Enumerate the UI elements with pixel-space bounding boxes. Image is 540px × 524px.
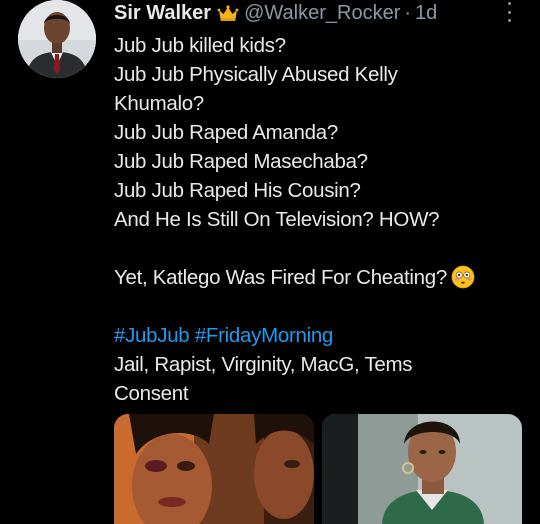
media-image-right[interactable] bbox=[322, 414, 522, 524]
tweet-line: Yet, Katlego Was Fired For Cheating? bbox=[114, 263, 524, 292]
tweet-line: Jub Jub Raped Amanda? bbox=[114, 121, 338, 144]
tweet-line: Jub Jub Raped Masechaba? bbox=[114, 150, 368, 173]
separator-dot: · bbox=[404, 2, 412, 24]
tweet-line: And He Is Still On Television? HOW? bbox=[114, 208, 440, 231]
avatar-image bbox=[18, 0, 96, 78]
hashtag-line: #JubJub #FridayMorning bbox=[114, 321, 524, 350]
tweet-header: Sir Walker @Walker_Rocker · 1d bbox=[114, 0, 437, 26]
tweet-line: Jub Jub killed kids? bbox=[114, 34, 286, 57]
more-dots-icon[interactable] bbox=[502, 2, 516, 22]
tweet-line: Khumalo? bbox=[114, 92, 204, 115]
hashtag-link[interactable]: #FridayMorning bbox=[195, 324, 334, 347]
author-name[interactable]: Sir Walker bbox=[114, 0, 211, 26]
tweet-line: Jub Jub Physically Abused Kelly bbox=[114, 63, 398, 86]
author-avatar[interactable] bbox=[18, 0, 96, 78]
tweet-line-text: Yet, Katlego Was Fired For Cheating? bbox=[114, 266, 447, 289]
tweet-media bbox=[114, 414, 522, 524]
tweet-line: Jub Jub Raped His Cousin? bbox=[114, 179, 361, 202]
hashtag-link[interactable]: #JubJub bbox=[114, 324, 190, 347]
tweet-line: Consent bbox=[114, 382, 189, 405]
flushed-face-emoji bbox=[451, 265, 475, 289]
tweet-text: Jub Jub killed kids? Jub Jub Physically … bbox=[114, 31, 524, 408]
media-image-left[interactable] bbox=[114, 414, 314, 524]
crown-icon bbox=[217, 4, 239, 22]
tweet-timestamp[interactable]: 1d bbox=[415, 0, 437, 26]
author-handle[interactable]: @Walker_Rocker bbox=[244, 0, 400, 26]
tweet-line: Jail, Rapist, Virginity, MacG, Tems bbox=[114, 353, 413, 376]
